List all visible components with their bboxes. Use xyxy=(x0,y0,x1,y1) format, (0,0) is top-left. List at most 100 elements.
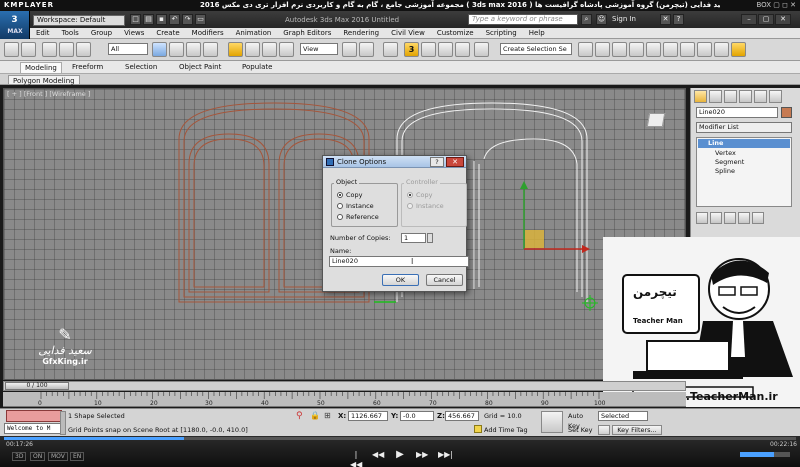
named-selection-dropdown[interactable]: Create Selection Se xyxy=(500,43,572,55)
render-production-icon[interactable] xyxy=(731,42,746,57)
percent-snap-icon[interactable] xyxy=(438,42,453,57)
time-tag-icon[interactable] xyxy=(474,425,482,433)
z-coordinate-field[interactable]: 456.667 xyxy=(445,411,479,421)
graphite-toggle-icon[interactable] xyxy=(629,42,644,57)
tab-populate[interactable]: Populate xyxy=(238,62,276,73)
show-end-result-icon[interactable] xyxy=(710,212,722,224)
menu-civil-view[interactable]: Civil View xyxy=(385,28,431,39)
ok-button[interactable]: OK xyxy=(382,274,419,286)
previous-icon[interactable]: |◀◀ xyxy=(350,450,362,467)
rendered-frame-icon[interactable] xyxy=(714,42,729,57)
tab-object-paint[interactable]: Object Paint xyxy=(175,62,225,73)
modify-tab-icon[interactable] xyxy=(709,90,722,103)
open-folder-icon[interactable]: ▤ xyxy=(143,14,154,25)
menu-customize[interactable]: Customize xyxy=(431,28,480,39)
reference-label[interactable]: Reference xyxy=(346,213,379,221)
remove-modifier-icon[interactable] xyxy=(738,212,750,224)
project-folder-icon[interactable]: ▭ xyxy=(195,14,206,25)
tab-selection[interactable]: Selection xyxy=(121,62,161,73)
reference-coordinate-dropdown[interactable]: View xyxy=(300,43,338,55)
edit-named-selection-icon[interactable] xyxy=(474,42,489,57)
time-slider[interactable] xyxy=(3,381,686,391)
new-file-icon[interactable]: □ xyxy=(130,14,141,25)
place-icon[interactable] xyxy=(279,42,294,57)
dialog-help-button[interactable]: ? xyxy=(430,157,444,167)
rectangle-selection-icon[interactable] xyxy=(186,42,201,57)
select-scale-icon[interactable] xyxy=(262,42,277,57)
menu-help[interactable]: Help xyxy=(523,28,551,39)
modifier-list-dropdown[interactable]: Modifier List xyxy=(696,122,792,133)
snaps-toggle-icon[interactable]: 3 xyxy=(404,42,419,57)
select-move-icon[interactable] xyxy=(228,42,243,57)
schematic-view-icon[interactable] xyxy=(663,42,678,57)
selection-lock-icon[interactable]: 🔒 xyxy=(310,411,320,421)
player-window-controls[interactable]: BOX ▢ ◻ ✕ xyxy=(736,0,796,11)
x-coordinate-field[interactable]: 1126.667 xyxy=(348,411,388,421)
player-tag[interactable]: 3D xyxy=(12,452,27,461)
tab-modeling[interactable]: Modeling xyxy=(20,62,62,73)
y-coordinate-field[interactable]: -0.0 xyxy=(400,411,434,421)
spinner-snap-icon[interactable] xyxy=(455,42,470,57)
menu-group[interactable]: Group xyxy=(85,28,118,39)
menu-views[interactable]: Views xyxy=(118,28,150,39)
tab-freeform[interactable]: Freeform xyxy=(68,62,107,73)
angle-snap-icon[interactable] xyxy=(421,42,436,57)
redo-icon[interactable]: ↷ xyxy=(182,14,193,25)
stack-item-vertex[interactable]: Vertex xyxy=(715,149,736,157)
menu-animation[interactable]: Animation xyxy=(230,28,278,39)
rewind-icon[interactable]: ◀◀ xyxy=(372,450,384,460)
select-link-icon[interactable] xyxy=(42,42,57,57)
player-tag[interactable]: MOV xyxy=(48,452,68,461)
menu-scripting[interactable]: Scripting xyxy=(480,28,523,39)
minimize-button[interactable]: – xyxy=(741,14,757,25)
instance-label[interactable]: Instance xyxy=(346,202,374,210)
reference-radio[interactable] xyxy=(337,214,343,220)
object-color-swatch[interactable] xyxy=(781,107,792,118)
hierarchy-tab-icon[interactable] xyxy=(724,90,737,103)
app-logo-button[interactable]: 3 MAX xyxy=(0,11,30,39)
object-name-field[interactable]: Line020 xyxy=(696,107,778,118)
exchange-icon[interactable]: ✕ xyxy=(660,14,671,25)
fast-forward-icon[interactable]: ▶▶ xyxy=(416,450,428,460)
select-object-icon[interactable] xyxy=(152,42,167,57)
layer-explorer-icon[interactable] xyxy=(612,42,627,57)
motion-tab-icon[interactable] xyxy=(739,90,752,103)
tab-polygon-modeling[interactable]: Polygon Modeling xyxy=(8,75,80,85)
render-setup-icon[interactable] xyxy=(697,42,712,57)
copy-label[interactable]: Copy xyxy=(346,191,363,199)
stack-item-segment[interactable]: Segment xyxy=(715,158,744,166)
absolute-mode-icon[interactable]: ⊞ xyxy=(324,411,336,421)
select-by-name-icon[interactable] xyxy=(169,42,184,57)
help-icon[interactable]: ? xyxy=(673,14,684,25)
menu-tools[interactable]: Tools xyxy=(56,28,85,39)
default-tangents-icon[interactable] xyxy=(598,425,610,435)
search-icon[interactable]: ⌕ xyxy=(581,14,592,25)
maximize-button[interactable]: ▢ xyxy=(758,14,774,25)
make-unique-icon[interactable] xyxy=(724,212,736,224)
material-editor-icon[interactable] xyxy=(680,42,695,57)
workspace-dropdown[interactable]: Workspace: Default xyxy=(33,15,125,26)
instance-radio[interactable] xyxy=(337,203,343,209)
pin-stack-icon[interactable] xyxy=(696,212,708,224)
mirror-icon[interactable] xyxy=(578,42,593,57)
stack-item-line[interactable]: Line xyxy=(698,139,790,148)
undo-icon[interactable]: ↶ xyxy=(169,14,180,25)
redo-icon[interactable] xyxy=(21,42,36,57)
create-tab-icon[interactable] xyxy=(694,90,707,103)
save-icon[interactable]: ▪ xyxy=(156,14,167,25)
utilities-tab-icon[interactable] xyxy=(769,90,782,103)
set-key-icon[interactable] xyxy=(541,411,563,433)
auto-key-button[interactable]: Auto Key xyxy=(568,411,596,430)
stack-item-spline[interactable]: Spline xyxy=(715,167,735,175)
maxscript-input[interactable]: Welcome to M xyxy=(4,423,62,434)
display-tab-icon[interactable] xyxy=(754,90,767,103)
key-set-dropdown[interactable]: Selected xyxy=(598,411,648,421)
next-icon[interactable]: ▶▶| xyxy=(438,450,453,460)
copy-radio[interactable] xyxy=(337,192,343,198)
viewcube-icon[interactable] xyxy=(646,113,666,127)
select-manipulate-icon[interactable] xyxy=(359,42,374,57)
play-icon[interactable]: ▶ xyxy=(394,450,406,460)
copies-spinner-arrows-icon[interactable] xyxy=(427,233,433,243)
configure-sets-icon[interactable] xyxy=(752,212,764,224)
dialog-close-button[interactable]: ✕ xyxy=(446,157,464,167)
